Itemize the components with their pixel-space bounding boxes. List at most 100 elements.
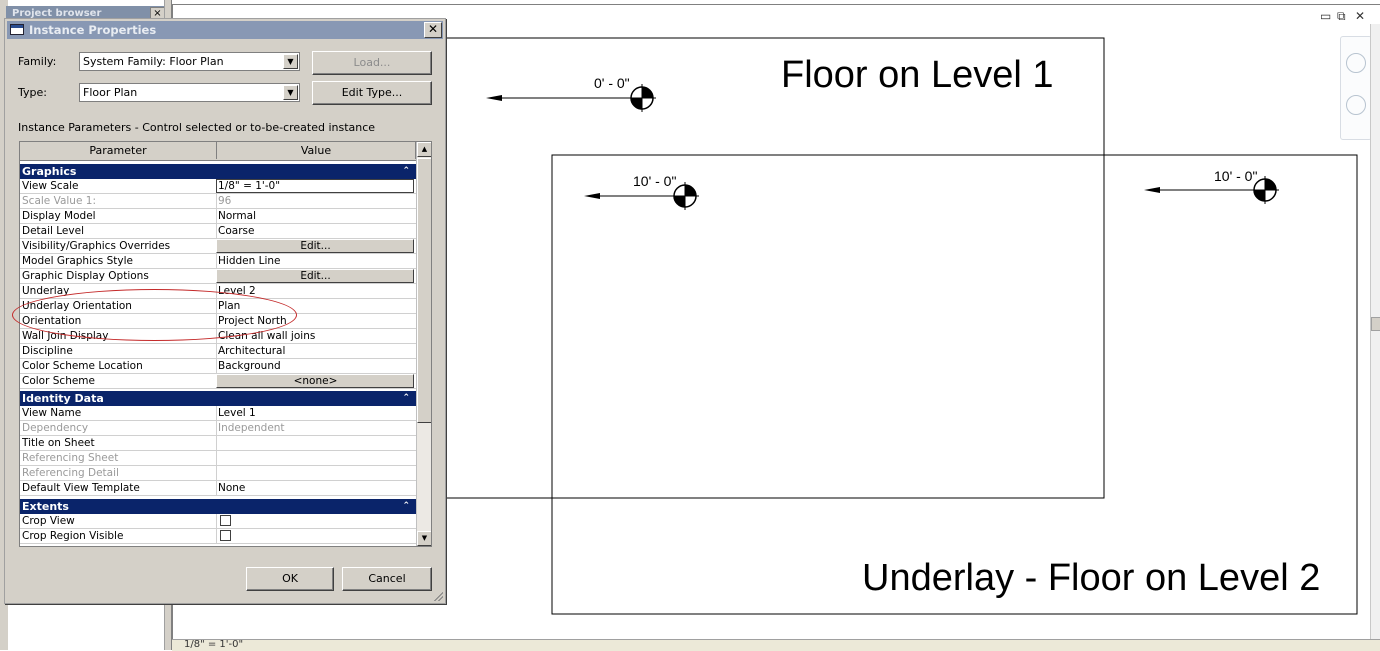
param-name: Color Scheme Location: [22, 360, 143, 372]
param-name: Display Model: [22, 210, 96, 222]
table-row[interactable]: Display Model Normal: [20, 209, 416, 224]
level1-floor-label: Floor on Level 1: [781, 54, 1054, 96]
instance-properties-dialog: Instance Properties ✕ Family: System Fam…: [4, 18, 446, 604]
window-icon: [10, 24, 24, 35]
param-value[interactable]: Level 1: [216, 406, 416, 420]
table-row[interactable]: Crop View: [20, 514, 416, 529]
param-name: Crop View: [22, 515, 75, 527]
graphic-display-edit-button[interactable]: Edit...: [216, 269, 414, 283]
param-name: Detail Level: [22, 225, 84, 237]
param-name: Scale Value 1:: [22, 195, 96, 207]
param-value[interactable]: Hidden Line: [216, 254, 416, 268]
table-row[interactable]: Detail Level Coarse: [20, 224, 416, 239]
ok-button[interactable]: OK: [246, 567, 334, 591]
group-title: Graphics: [22, 165, 77, 178]
param-value[interactable]: [216, 436, 416, 450]
param-name: Default View Template: [22, 482, 140, 494]
chevron-down-icon[interactable]: ▼: [283, 54, 298, 69]
param-name: Graphic Display Options: [22, 270, 149, 282]
table-row[interactable]: View Scale 1/8" = 1'-0": [20, 179, 416, 194]
param-value[interactable]: Architectural: [216, 344, 416, 358]
table-row[interactable]: Default View Template None: [20, 481, 416, 496]
load-button[interactable]: Load...: [312, 51, 432, 75]
collapse-icon[interactable]: ⌃: [402, 391, 410, 406]
param-value[interactable]: Background: [216, 359, 416, 373]
level1-floor-outline: [439, 37, 1105, 499]
param-value: Independent: [216, 421, 416, 435]
group-title: Identity Data: [22, 392, 104, 405]
param-name: Visibility/Graphics Overrides: [22, 240, 171, 252]
param-name: Color Scheme: [22, 375, 95, 387]
underlay-floor-label: Underlay - Floor on Level 2: [862, 557, 1320, 599]
type-label: Type:: [18, 86, 47, 99]
param-name: Referencing Sheet: [22, 452, 119, 464]
param-value: [216, 466, 416, 480]
crop-view-checkbox[interactable]: [220, 515, 231, 526]
table-row[interactable]: Graphic Display Options Edit...: [20, 269, 416, 284]
resize-grip-icon[interactable]: [433, 591, 443, 601]
edit-type-button[interactable]: Edit Type...: [312, 81, 432, 105]
underlay-floor-outline: [551, 154, 1358, 615]
group-title: Extents: [22, 500, 69, 513]
param-name: Crop Region Visible: [22, 530, 124, 542]
elevation-label-3: 10' - 0": [1214, 168, 1257, 184]
param-value: [216, 514, 416, 528]
param-name: Dependency: [22, 422, 89, 434]
family-value: System Family: Floor Plan: [83, 55, 224, 68]
table-row[interactable]: Visibility/Graphics Overrides Edit...: [20, 239, 416, 254]
elevation-marker-3: 10' - 0": [1144, 168, 1279, 204]
elevation-label-1: 0' - 0": [594, 75, 630, 91]
param-name: View Name: [22, 407, 82, 419]
scroll-down-icon[interactable]: ▼: [417, 531, 431, 546]
table-row[interactable]: View Name Level 1: [20, 406, 416, 421]
type-dropdown[interactable]: Floor Plan ▼: [79, 83, 300, 102]
instance-parameters-description: Instance Parameters - Control selected o…: [18, 121, 376, 134]
param-value[interactable]: Normal: [216, 209, 416, 223]
elevation-marker-2: 10' - 0": [584, 173, 699, 210]
family-dropdown[interactable]: System Family: Floor Plan ▼: [79, 52, 300, 71]
table-row: Referencing Sheet: [20, 451, 416, 466]
group-header-extents[interactable]: Extents ⌃: [20, 499, 416, 514]
grid-rows: Graphics ⌃ View Scale 1/8" = 1'-0" Scale V…: [20, 162, 416, 544]
table-row: Scale Value 1: 96: [20, 194, 416, 209]
param-name: Model Graphics Style: [22, 255, 133, 267]
param-name: View Scale: [22, 180, 79, 192]
table-row[interactable]: Crop Region Visible: [20, 529, 416, 544]
param-value: [216, 451, 416, 465]
table-row[interactable]: Color Scheme <none>: [20, 374, 416, 389]
column-header-parameter[interactable]: Parameter: [20, 142, 217, 159]
table-row[interactable]: Title on Sheet: [20, 436, 416, 451]
properties-grid[interactable]: Parameter Value Graphics ⌃ View Scale 1/8"…: [19, 141, 432, 547]
view-scale-input[interactable]: 1/8" = 1'-0": [216, 179, 414, 193]
column-header-value[interactable]: Value: [217, 142, 416, 159]
table-row: Dependency Independent: [20, 421, 416, 436]
elevation-label-2: 10' - 0": [633, 173, 676, 189]
collapse-icon[interactable]: ⌃: [402, 164, 410, 179]
group-header-graphics[interactable]: Graphics ⌃: [20, 164, 416, 179]
param-name: Referencing Detail: [22, 467, 119, 479]
cancel-button[interactable]: Cancel: [342, 567, 432, 591]
vg-overrides-edit-button[interactable]: Edit...: [216, 239, 414, 253]
grid-header: Parameter Value: [20, 142, 416, 161]
param-name: Title on Sheet: [22, 437, 95, 449]
scroll-up-icon[interactable]: ▲: [417, 142, 431, 157]
grid-scroll-thumb[interactable]: [417, 158, 431, 423]
table-row[interactable]: Discipline Architectural: [20, 344, 416, 359]
collapse-icon[interactable]: ⌃: [402, 499, 410, 514]
dialog-titlebar[interactable]: Instance Properties ✕: [7, 21, 443, 39]
param-name: Discipline: [22, 345, 73, 357]
chevron-down-icon[interactable]: ▼: [283, 85, 298, 100]
param-value: [216, 529, 416, 543]
dialog-title: Instance Properties: [29, 23, 157, 37]
table-row[interactable]: Model Graphics Style Hidden Line: [20, 254, 416, 269]
group-header-identity-data[interactable]: Identity Data ⌃: [20, 391, 416, 406]
elevation-marker-1: 0' - 0": [486, 75, 656, 112]
table-row[interactable]: Color Scheme Location Background: [20, 359, 416, 374]
color-scheme-button[interactable]: <none>: [216, 374, 414, 388]
param-value[interactable]: Coarse: [216, 224, 416, 238]
param-value[interactable]: None: [216, 481, 416, 495]
dialog-close-icon[interactable]: ✕: [424, 22, 442, 38]
grid-vertical-scrollbar[interactable]: ▲ ▼: [416, 142, 431, 546]
underlay-highlight-annotation: [12, 289, 297, 341]
crop-region-visible-checkbox[interactable]: [220, 530, 231, 541]
